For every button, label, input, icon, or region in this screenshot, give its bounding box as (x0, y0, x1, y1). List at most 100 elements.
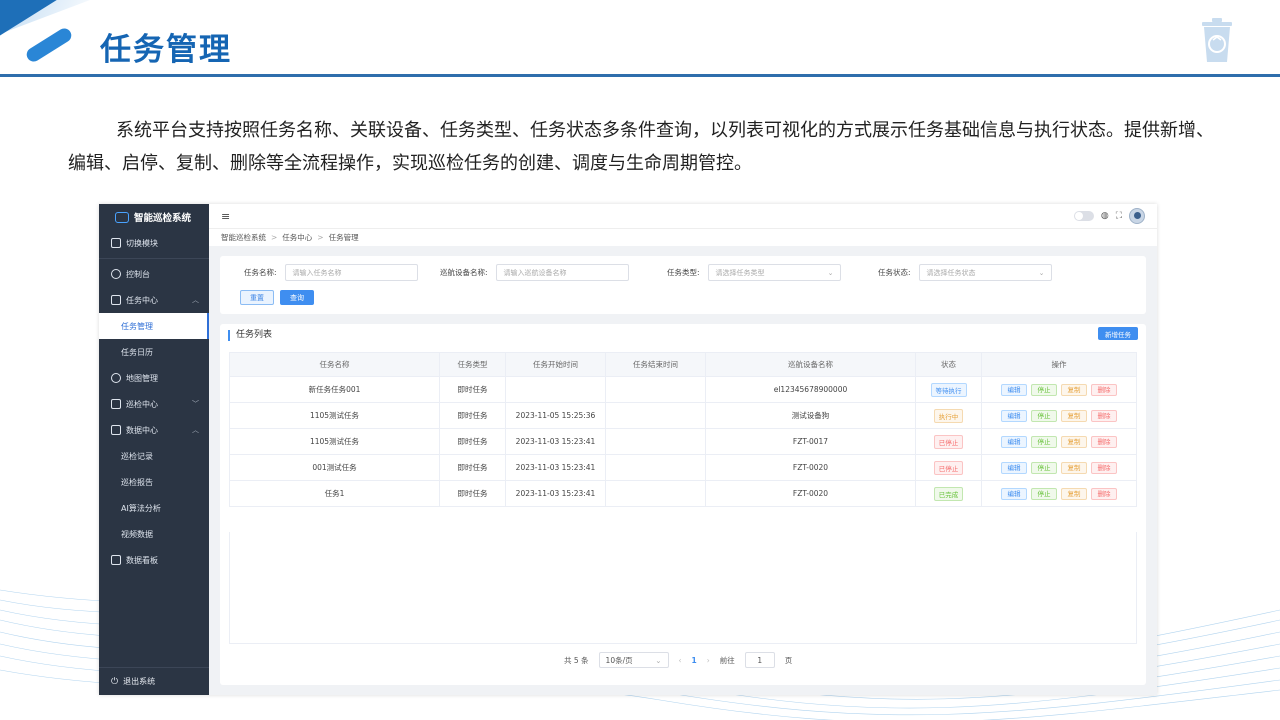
prev-page-button[interactable]: ‹ (679, 656, 682, 665)
task-type-cell: 即时任务 (439, 402, 506, 429)
goto-page-input[interactable]: 1 (744, 652, 775, 668)
query-button[interactable]: 查询 (280, 290, 314, 305)
avatar[interactable] (1129, 208, 1145, 224)
theme-toggle[interactable] (1073, 211, 1094, 221)
sidebar-item-data-board[interactable]: 数据看板 (99, 547, 209, 573)
task-name-cell: 001测试任务 (229, 454, 440, 481)
chevron-up-icon: ︿ (192, 426, 199, 434)
sidebar-item-video-data[interactable]: 视频数据 (99, 521, 209, 547)
delete-button[interactable]: 删除 (1091, 461, 1117, 474)
edit-button[interactable]: 编辑 (1001, 383, 1027, 396)
copy-button[interactable]: 复制 (1061, 383, 1087, 396)
end-time-cell (605, 480, 706, 507)
stop-button[interactable]: 停止 (1031, 409, 1057, 422)
edit-button[interactable]: 编辑 (1001, 435, 1027, 448)
table-header-row: 任务名称 任务类型 任务开始时间 任务结束时间 巡航设备名称 状态 操作 (229, 352, 1137, 377)
column-header: 巡航设备名称 (705, 352, 916, 377)
column-header: 任务结束时间 (605, 352, 706, 377)
app-logo-text: 智能巡检系统 (134, 213, 192, 224)
device-name-cell: FZT-0020 (705, 480, 916, 507)
end-time-cell (605, 402, 706, 429)
sidebar-item-patrol-report[interactable]: 巡检报告 (99, 469, 209, 495)
monitor-icon (111, 555, 121, 565)
breadcrumb-separator: > (271, 233, 278, 242)
stop-button[interactable]: 停止 (1031, 461, 1057, 474)
device-name-field: 巡航设备名称: 请输入巡航设备名称 (440, 264, 629, 281)
table-row: 任务1 即时任务 2023-11-03 15:23:41 FZT-0020 已完成 编辑停… (229, 480, 1137, 507)
breadcrumb-item[interactable]: 任务中心 (282, 232, 312, 243)
task-status-select[interactable]: 请选择任务状态 ⌄ (918, 264, 1052, 281)
breadcrumb-item[interactable]: 智能巡检系统 (221, 232, 266, 243)
delete-button[interactable]: 删除 (1091, 435, 1117, 448)
column-header: 任务类型 (439, 352, 506, 377)
task-type-select[interactable]: 请选择任务类型 ⌄ (707, 264, 841, 281)
chevron-down-icon: ⌄ (827, 268, 834, 277)
table-row: 1105测试任务 即时任务 2023-11-05 15:25:36 测试设备狗 执行中 编… (229, 402, 1137, 429)
task-name-input[interactable]: 请输入任务名称 (284, 264, 418, 281)
task-type-cell: 即时任务 (439, 454, 506, 481)
device-name-cell: FZT-0017 (705, 428, 916, 455)
status-badge: 已完成 (933, 486, 964, 501)
list-title: 任务列表 (228, 330, 272, 341)
delete-button[interactable]: 删除 (1091, 487, 1117, 500)
actions-cell: 编辑 停止 复制 删除 (981, 402, 1137, 429)
placeholder: 请选择任务类型 (715, 268, 765, 277)
chevron-down-icon: ﹀ (192, 400, 199, 408)
chevron-down-icon: ⌄ (655, 655, 662, 665)
edit-button[interactable]: 编辑 (1001, 409, 1027, 422)
sidebar-item-label: 任务管理 (121, 321, 153, 331)
breadcrumb-separator: > (317, 233, 324, 242)
stop-button[interactable]: 停止 (1031, 487, 1057, 500)
copy-button[interactable]: 复制 (1061, 461, 1087, 474)
search-panel: 任务名称: 请输入任务名称 巡航设备名称: 请输入巡航设备名称 任务类型: 请选… (220, 256, 1146, 314)
stop-button[interactable]: 停止 (1031, 435, 1057, 448)
menu-toggle-icon[interactable]: ≡ (221, 210, 230, 223)
table-row: 001测试任务 即时任务 2023-11-03 15:23:41 FZT-0020 已停… (229, 454, 1137, 481)
sidebar-item-ai-analysis[interactable]: AI算法分析 (99, 495, 209, 521)
sidebar-item-task-center[interactable]: 任务中心 ︿ (99, 287, 209, 313)
task-type-field: 任务类型: 请选择任务类型 ⌄ (667, 264, 841, 281)
device-name-input[interactable]: 请输入巡航设备名称 (495, 264, 629, 281)
edit-button[interactable]: 编辑 (1001, 487, 1027, 500)
sidebar-item-patrol-record[interactable]: 巡检记录 (99, 443, 209, 469)
status-cell: 已停止 (915, 454, 982, 481)
task-table: 任务名称 任务类型 任务开始时间 任务结束时间 巡航设备名称 状态 操作 新任务… (229, 352, 1137, 507)
fullscreen-icon[interactable]: ⛶ (1116, 211, 1122, 221)
copy-button[interactable]: 复制 (1061, 487, 1087, 500)
copy-button[interactable]: 复制 (1061, 409, 1087, 422)
sidebar-item-switch-module[interactable]: 切换模块 (99, 230, 209, 256)
sidebar: 智能巡检系统 切换模块 控制台 任务中心 ︿ 任务管理 任务日历 地图管理 巡检… (99, 204, 209, 695)
delete-button[interactable]: 删除 (1091, 383, 1117, 396)
status-cell: 已停止 (915, 428, 982, 455)
delete-button[interactable]: 删除 (1091, 409, 1117, 422)
page-size-select[interactable]: 10条/页 ⌄ (598, 652, 669, 668)
goto-label: 前往 (719, 655, 735, 665)
reset-button[interactable]: 重置 (240, 290, 274, 305)
sidebar-item-label: 巡检记录 (121, 451, 153, 461)
page-number[interactable]: 1 (692, 656, 697, 665)
map-icon (111, 373, 121, 383)
start-time-cell (505, 376, 606, 403)
app-logo[interactable]: 智能巡检系统 (99, 204, 209, 230)
globe-icon[interactable]: ◍ (1101, 211, 1109, 221)
next-page-button[interactable]: › (707, 656, 710, 665)
sidebar-item-map-manage[interactable]: 地图管理 (99, 365, 209, 391)
column-header: 操作 (981, 352, 1137, 377)
task-name-cell: 新任务任务001 (229, 376, 440, 403)
stop-button[interactable]: 停止 (1031, 383, 1057, 396)
sidebar-item-task-manage[interactable]: 任务管理 (99, 313, 209, 339)
add-task-button[interactable]: 新增任务 (1098, 327, 1138, 340)
sidebar-item-patrol-center[interactable]: 巡检中心 ﹀ (99, 391, 209, 417)
title-underline (0, 74, 1280, 77)
edit-button[interactable]: 编辑 (1001, 461, 1027, 474)
start-time-cell: 2023-11-03 15:23:41 (505, 454, 606, 481)
device-name-cell: el12345678900000 (705, 376, 916, 403)
copy-button[interactable]: 复制 (1061, 435, 1087, 448)
task-type-cell: 即时任务 (439, 480, 506, 507)
sidebar-item-task-calendar[interactable]: 任务日历 (99, 339, 209, 365)
sidebar-item-console[interactable]: 控制台 (99, 261, 209, 287)
recycle-bin-icon (1202, 18, 1232, 62)
logout-button[interactable]: ⏻ 退出系统 (99, 667, 209, 695)
sidebar-item-data-center[interactable]: 数据中心 ︿ (99, 417, 209, 443)
status-cell: 已完成 (915, 480, 982, 507)
